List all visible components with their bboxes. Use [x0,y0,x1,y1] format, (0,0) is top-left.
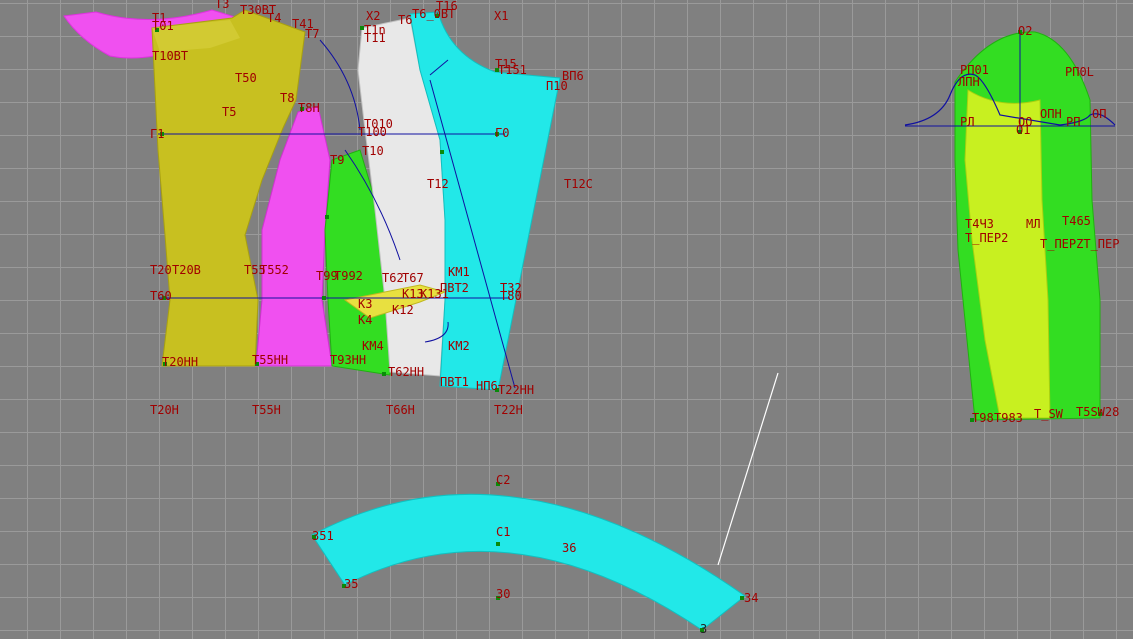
label-t992: T992 [334,269,363,283]
label-pbt1: ПBT1 [440,375,469,389]
label-t60: T60 [150,289,172,303]
label-t22h: T22H [494,403,523,417]
label-t16: T16 [436,0,458,13]
label-t50: T50 [235,71,257,85]
label-t4ch: T4Ч3 [965,217,994,231]
collar-arc-piece[interactable] [311,493,746,631]
label-t6: T6 [398,13,412,27]
label-t_perz2: T_ПЕРZT_ПЕР [1040,237,1119,251]
label-t20: T20 [150,263,172,277]
pattern-drawing[interactable]: T1 T01 T3 T30BT T4 T41 T7 T10BT T50 T5 T… [0,0,1133,639]
label-op: OП [1092,107,1106,121]
label-t20h: T20H [150,403,179,417]
label-t80: T80 [500,289,522,303]
label-c1: C1 [496,525,510,539]
label-t10bt: T10BT [152,49,188,63]
label-k3: K3 [358,297,372,311]
label-x2: X2 [366,9,380,23]
label-g1: Г1 [150,127,164,141]
label-np6: HП6 [476,379,498,393]
label-c0: 30 [496,587,510,601]
label-t93hh: T93HH [330,353,366,367]
label-t55h: T55H [252,403,281,417]
label-t8n: T8H [298,101,320,115]
label-c6: 36 [562,541,576,555]
label-t100: T100 [358,125,387,139]
label-t12: T12 [427,177,449,191]
label-p10: П10 [546,79,568,93]
label-c5: 35 [344,577,358,591]
guide-line [717,372,779,566]
label-opn: OПH [1040,107,1062,121]
label-g0: Г0 [495,126,509,140]
label-t11: T11 [364,31,386,45]
label-t20hh: T20HH [162,355,198,369]
label-k4: K4 [358,313,372,327]
label-t10: T10 [362,144,384,158]
label-t8: T8 [280,91,294,105]
label-t_perz: T_ПЕР2 [965,231,1008,245]
label-t5sw: T5SW28 [1076,405,1119,419]
label-t62: T62 [382,271,404,285]
label-t4: T4 [267,11,281,25]
label-o1: O1 [1016,123,1030,137]
label-t01: T01 [152,19,174,33]
label-km1: KM1 [448,265,470,279]
label-o2: O2 [1018,24,1032,38]
label-ml: MЛ [1026,217,1040,231]
label-x1: X1 [494,9,508,23]
label-km2: KM2 [448,339,470,353]
label-t7: T7 [305,27,319,41]
label-km4: KM4 [362,339,384,353]
label-t20b: T20B [172,263,201,277]
label-t22hh: T22HH [498,383,534,397]
label-t98: T98 [972,411,994,425]
label-t62hh: T62HH [388,365,424,379]
label-t552: T552 [260,263,289,277]
label-c51: 351 [312,529,334,543]
label-t3: T3 [215,0,229,11]
label-rp: PП [1066,115,1080,129]
label-t55hh: T55HH [252,353,288,367]
label-t465: T465 [1062,214,1091,228]
label-c4: 34 [744,591,758,605]
label-c3: 3 [700,622,707,636]
label-k131: K131 [420,287,449,301]
label-t_sw: T_SW [1034,407,1064,421]
label-t5: T5 [222,105,236,119]
label-t67: T67 [402,271,424,285]
label-t9: T9 [330,153,344,167]
label-t12c: T12C [564,177,593,191]
label-c2: C2 [496,473,510,487]
label-k12: K12 [392,303,414,317]
label-rl: PЛ [960,115,974,129]
label-rp0l: PП0L [1065,65,1094,79]
label-t983: T983 [994,411,1023,425]
label-lpn: ЛПH [958,75,980,89]
label-t151: T151 [498,63,527,77]
pattern-canvas[interactable]: T1 T01 T3 T30BT T4 T41 T7 T10BT T50 T5 T… [0,0,1133,639]
label-t66h: T66H [386,403,415,417]
